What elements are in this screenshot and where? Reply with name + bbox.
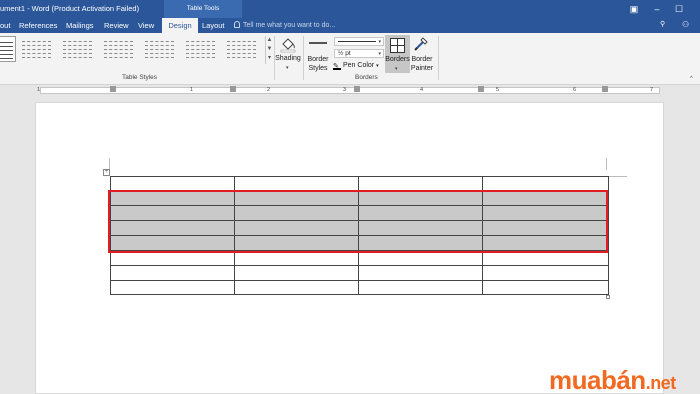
tab-design[interactable]: Design: [162, 18, 198, 33]
table-cell[interactable]: [234, 265, 358, 280]
shading-button[interactable]: Shading: [275, 55, 301, 62]
share-icon[interactable]: ⚇: [682, 20, 689, 29]
watermark-suffix: .net: [645, 373, 677, 393]
ribbon-tabs: out References Mailings Review View Desi…: [0, 18, 700, 33]
table-styles-gallery-scroll[interactable]: ▲ ▼ ▾: [265, 36, 273, 64]
chevron-down-icon: ▾: [376, 63, 379, 69]
ruler-number: 1: [37, 87, 41, 93]
table-style-thumbnail[interactable]: [184, 36, 217, 62]
ruler-strip: [40, 87, 660, 94]
pen-color-label: Pen Color: [343, 62, 375, 69]
table-style-thumbnail[interactable]: [143, 36, 176, 62]
horizontal-ruler[interactable]: 1 1 2 3 4 5 6 7: [0, 85, 700, 96]
ruler-number: 3: [343, 87, 347, 93]
table-border: [608, 176, 609, 295]
table-cell[interactable]: [234, 280, 358, 295]
ruler-column-marker[interactable]: [354, 86, 360, 92]
table-cell[interactable]: [110, 176, 234, 190]
tell-me-box[interactable]: Tell me what you want to do...: [234, 18, 335, 33]
chevron-down-icon[interactable]: ▾: [286, 65, 289, 71]
watermark-logo: muabán.net: [549, 366, 676, 394]
border-painter-icon[interactable]: [413, 36, 429, 52]
borders-grid-icon: [390, 38, 405, 53]
chevron-down-icon: ▾: [378, 39, 381, 45]
pen-icon: ✎: [333, 62, 341, 70]
table-resize-handle[interactable]: [606, 295, 610, 299]
maximize-icon[interactable]: ☐: [673, 3, 685, 15]
group-separator: [438, 36, 439, 80]
ruler-number: 5: [496, 87, 500, 93]
border-painter-button[interactable]: Border Painter: [408, 55, 436, 73]
table-cell[interactable]: [234, 176, 358, 190]
tab-layout-page[interactable]: out: [0, 18, 10, 33]
ruler-column-marker[interactable]: [230, 86, 236, 92]
chevron-down-icon: ▾: [378, 51, 381, 57]
line-weight-value: ½ pt: [338, 50, 351, 57]
table-cell[interactable]: [482, 265, 608, 280]
table-styles-group-label: Table Styles: [122, 74, 158, 81]
scroll-up-icon[interactable]: ▲: [266, 36, 273, 45]
ruler-column-marker[interactable]: [478, 86, 484, 92]
border-styles-button[interactable]: Border Styles: [303, 55, 333, 73]
ribbon-display-options-icon[interactable]: ▣: [628, 3, 640, 15]
tab-mailings[interactable]: Mailings: [66, 18, 94, 33]
table-style-thumbnail[interactable]: [0, 36, 16, 62]
table-cell[interactable]: [358, 265, 482, 280]
margin-corner-mark: [606, 158, 607, 170]
account-icon[interactable]: ⚲: [660, 20, 665, 28]
window-title: ument1 - Word (Product Activation Failed…: [0, 4, 140, 13]
line-style-dropdown[interactable]: ▾: [334, 37, 384, 46]
table-cell[interactable]: [358, 280, 482, 295]
ruler-number: 6: [573, 87, 577, 93]
border-styles-icon[interactable]: [309, 42, 327, 44]
table-cell[interactable]: [110, 265, 234, 280]
watermark-text: muabán: [549, 365, 646, 394]
borders-label: Borders: [385, 56, 410, 63]
table-row[interactable]: [110, 280, 608, 295]
table-cell[interactable]: [482, 176, 608, 190]
ruler-margin-marker[interactable]: [110, 86, 116, 92]
table-tools-context-title: Table Tools: [164, 0, 242, 18]
table-cell[interactable]: [482, 280, 608, 295]
minimize-icon[interactable]: –: [651, 3, 663, 15]
tab-layout[interactable]: Layout: [202, 18, 225, 33]
table-move-handle-icon[interactable]: +: [103, 169, 110, 176]
table-style-thumbnail[interactable]: [61, 36, 94, 62]
ruler-number: 2: [267, 87, 271, 93]
borders-button[interactable]: Borders ▾: [385, 35, 410, 73]
ribbon: ▲ ▼ ▾ Table Styles Shading ▾ Border Styl…: [0, 33, 700, 85]
ruler-number: 1: [190, 87, 194, 93]
table-style-thumbnail[interactable]: [102, 36, 135, 62]
table-cell[interactable]: [358, 176, 482, 190]
borders-group-label: Borders: [355, 74, 378, 81]
table-row[interactable]: [110, 265, 608, 280]
paint-bucket-icon[interactable]: [279, 35, 297, 53]
ruler-number: 7: [650, 87, 654, 93]
line-weight-dropdown[interactable]: ½ pt ▾: [334, 49, 384, 58]
tell-me-placeholder: Tell me what you want to do...: [243, 22, 336, 29]
chevron-down-icon: ▾: [395, 66, 398, 72]
table-style-thumbnail[interactable]: [225, 36, 258, 62]
collapse-ribbon-icon[interactable]: ^: [690, 76, 693, 82]
ruler-margin-marker[interactable]: [602, 86, 608, 92]
table-row[interactable]: [110, 176, 608, 190]
title-bar: ument1 - Word (Product Activation Failed…: [0, 0, 700, 18]
more-icon[interactable]: ▾: [266, 54, 273, 63]
pen-color-button[interactable]: ✎ Pen Color ▾: [333, 61, 379, 71]
scroll-down-icon[interactable]: ▼: [266, 45, 273, 54]
ruler-number: 4: [420, 87, 424, 93]
tab-view[interactable]: View: [138, 18, 154, 33]
selection-highlight-box: [108, 190, 608, 253]
tab-references[interactable]: References: [19, 18, 57, 33]
tab-review[interactable]: Review: [104, 18, 129, 33]
margin-corner-mark: [609, 176, 627, 177]
table-style-thumbnail[interactable]: [20, 36, 53, 62]
table-border: [110, 294, 609, 295]
lightbulb-icon: [234, 21, 240, 28]
table-cell[interactable]: [110, 280, 234, 295]
